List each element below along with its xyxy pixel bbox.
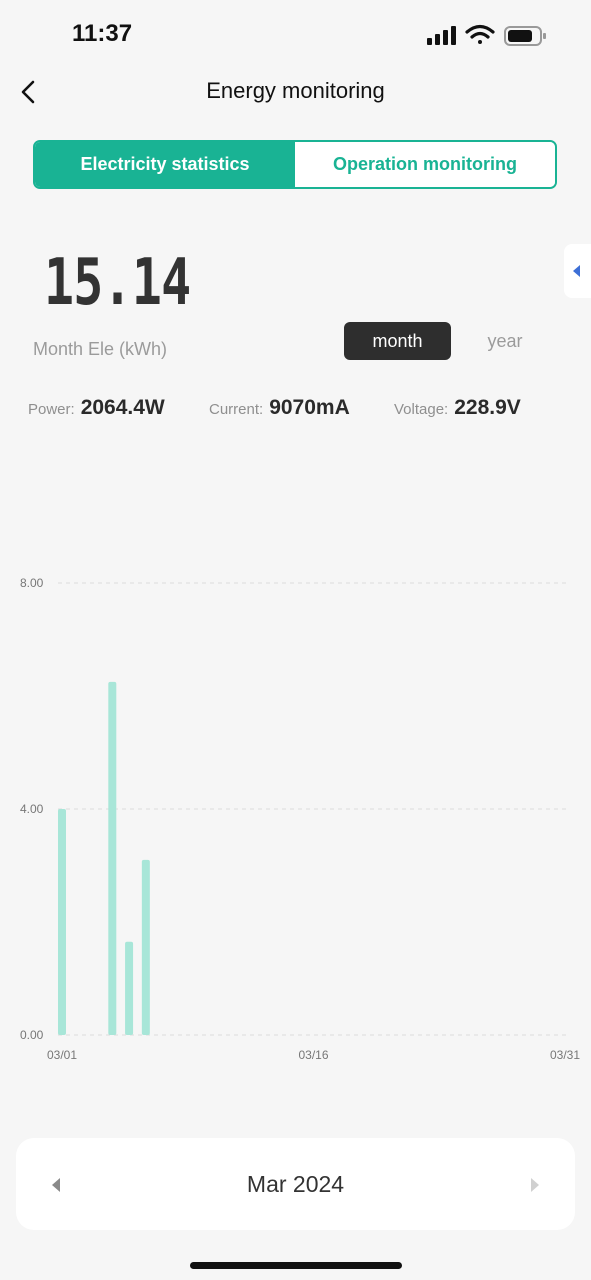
x-tick-label: 03/31 bbox=[550, 1048, 580, 1062]
tab-operation-monitoring[interactable]: Operation monitoring bbox=[295, 142, 555, 187]
month-label: Mar 2024 bbox=[246, 1171, 345, 1197]
y-tick-label: 8.00 bbox=[20, 576, 44, 590]
month-energy-label: Month Ele (kWh) bbox=[33, 339, 168, 359]
period-year-button[interactable]: year bbox=[470, 322, 540, 360]
current-value: 9070mA bbox=[269, 396, 350, 419]
wifi-icon bbox=[465, 24, 495, 44]
status-time: 11:37 bbox=[72, 20, 133, 47]
current-label: Current: bbox=[209, 401, 264, 418]
chart-bar[interactable] bbox=[58, 809, 66, 1035]
chart-bar[interactable] bbox=[125, 941, 134, 1035]
side-panel-handle[interactable] bbox=[564, 244, 591, 298]
home-indicator bbox=[190, 1262, 402, 1269]
y-tick-label: 0.00 bbox=[20, 1028, 44, 1042]
month-selector: Mar 2024 bbox=[16, 1138, 575, 1230]
period-month-button[interactable]: month bbox=[344, 322, 451, 360]
tab-bar: Electricity statistics Operation monitor… bbox=[33, 140, 557, 189]
caret-left-icon bbox=[573, 265, 580, 277]
voltage-label: Voltage: bbox=[394, 401, 449, 418]
x-tick-label: 03/01 bbox=[47, 1048, 77, 1062]
chart-bar[interactable] bbox=[108, 681, 117, 1035]
power-metric: Power: 2064.4W bbox=[28, 396, 165, 420]
battery-icon bbox=[504, 26, 546, 46]
power-value: 2064.4W bbox=[80, 396, 165, 419]
next-month-icon[interactable] bbox=[523, 1174, 545, 1196]
x-tick-label: 03/16 bbox=[298, 1048, 328, 1062]
y-tick-label: 4.00 bbox=[20, 802, 44, 816]
chart-bar[interactable] bbox=[141, 859, 150, 1035]
energy-bar-chart: 0.00 4.00 8.00 03/01 03/16 03/31 bbox=[20, 576, 580, 1062]
tab-electricity-statistics[interactable]: Electricity statistics bbox=[35, 142, 295, 187]
month-energy-value: 15.14 bbox=[44, 246, 191, 320]
signal-icon bbox=[427, 26, 456, 45]
voltage-metric: Voltage: 228.9V bbox=[394, 396, 521, 420]
current-metric: Current: 9070mA bbox=[209, 396, 350, 420]
voltage-value: 228.9V bbox=[454, 396, 521, 419]
page-title: Energy monitoring bbox=[206, 78, 385, 103]
status-icons bbox=[427, 24, 546, 46]
power-label: Power: bbox=[28, 401, 75, 418]
